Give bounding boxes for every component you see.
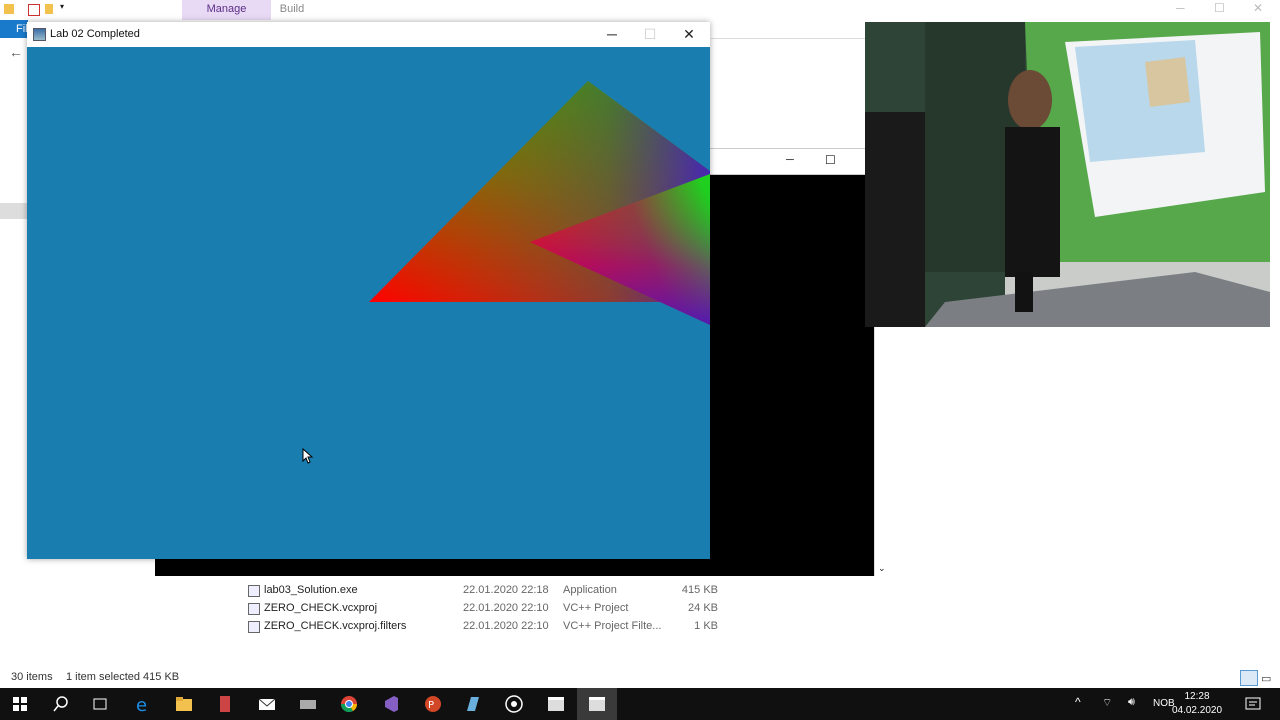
maximize-button[interactable]: ☐ bbox=[631, 22, 669, 47]
clock[interactable]: 12:28 04.02.2020 bbox=[1162, 688, 1232, 718]
presenter-video-frame bbox=[865, 22, 1270, 327]
tab-build[interactable]: Build bbox=[272, 0, 312, 20]
window-title: Lab 02 Completed bbox=[50, 28, 140, 40]
file-explorer-icon[interactable] bbox=[173, 693, 195, 715]
file-date: 22.01.2020 22:18 bbox=[463, 584, 549, 596]
obs-icon[interactable] bbox=[503, 693, 525, 715]
rendered-scene bbox=[369, 81, 710, 325]
edge-icon[interactable]: e bbox=[132, 693, 154, 715]
lab-window[interactable]: Lab 02 Completed ─ ☐ ✕ bbox=[27, 22, 710, 559]
file-date: 22.01.2020 22:10 bbox=[463, 620, 549, 632]
file-type: Application bbox=[563, 584, 617, 596]
minimize-button[interactable]: ─ bbox=[593, 22, 631, 47]
scroll-down-icon[interactable]: ⌄ bbox=[878, 563, 886, 574]
folder-icon bbox=[4, 4, 14, 14]
console-maximize-button[interactable]: ☐ bbox=[825, 153, 836, 167]
console-minimize-button[interactable]: ─ bbox=[786, 154, 794, 166]
chevron-up-icon[interactable]: ^ bbox=[1075, 695, 1081, 709]
list-item[interactable]: ZERO_CHECK.vcxproj.filters 22.01.2020 22… bbox=[248, 617, 748, 635]
list-item-partial[interactable] bbox=[248, 563, 748, 581]
search-icon[interactable] bbox=[50, 693, 72, 715]
file-size: 415 KB bbox=[681, 584, 718, 596]
powerpoint-icon[interactable]: P bbox=[421, 693, 443, 715]
filters-file-icon bbox=[248, 621, 260, 633]
svg-text:P: P bbox=[428, 700, 434, 711]
chrome-icon[interactable] bbox=[338, 693, 360, 715]
volume-icon[interactable]: 🔊︎ bbox=[1128, 696, 1135, 709]
close-button[interactable]: ✕ bbox=[670, 22, 708, 47]
file-size: 1 KB bbox=[694, 620, 718, 632]
mouse-cursor-icon bbox=[302, 448, 314, 464]
large-icons-view-icon[interactable]: ▭ bbox=[1261, 670, 1275, 685]
notepad-icon[interactable] bbox=[462, 693, 484, 715]
file-type: VC++ Project bbox=[563, 602, 629, 614]
status-item-count: 30 items bbox=[11, 671, 53, 683]
file-type: VC++ Project Filte... bbox=[563, 620, 662, 632]
details-view-icon[interactable] bbox=[1240, 670, 1258, 686]
taskbar: e P ^ ⌔ 🔊︎ NOB 12:28 04.02.2020 bbox=[0, 688, 1280, 720]
file-size: 24 KB bbox=[688, 602, 718, 614]
notification-icon[interactable] bbox=[1245, 696, 1261, 712]
explorer-maximize-button[interactable]: ☐ bbox=[1214, 1, 1225, 15]
list-item[interactable]: lab03_Solution.exe 22.01.2020 22:18 Appl… bbox=[248, 581, 748, 599]
tab-manage[interactable]: Manage bbox=[182, 0, 271, 20]
new-folder-icon[interactable] bbox=[45, 4, 53, 14]
list-item[interactable]: ZERO_CHECK.vcxproj 22.01.2020 22:10 VC++… bbox=[248, 599, 748, 617]
clock-date: 04.02.2020 bbox=[1171, 705, 1223, 716]
nav-pane-selected-item[interactable] bbox=[0, 203, 27, 219]
properties-icon[interactable] bbox=[28, 4, 40, 16]
render-canvas[interactable] bbox=[27, 47, 710, 559]
webcam-overlay bbox=[865, 22, 1270, 327]
status-selection: 1 item selected 415 KB bbox=[66, 671, 180, 683]
storage-icon[interactable] bbox=[297, 693, 319, 715]
file-date: 22.01.2020 22:10 bbox=[463, 602, 549, 614]
exe-file-icon bbox=[248, 585, 260, 597]
network-icon[interactable]: ⌔ bbox=[1102, 696, 1112, 710]
clock-time: 12:28 bbox=[1184, 691, 1210, 702]
file-name: ZERO_CHECK.vcxproj.filters bbox=[264, 620, 407, 632]
explorer-minimize-button[interactable]: ─ bbox=[1176, 1, 1185, 15]
file-name: ZERO_CHECK.vcxproj bbox=[264, 602, 378, 614]
window-title-bar[interactable]: Lab 02 Completed ─ ☐ ✕ bbox=[27, 22, 710, 47]
explorer-ribbon-area bbox=[711, 38, 865, 149]
file-list: lab03_Solution.exe 22.01.2020 22:18 Appl… bbox=[248, 563, 748, 635]
task-view-icon[interactable] bbox=[89, 693, 111, 715]
back-arrow-icon[interactable]: ← bbox=[9, 44, 23, 60]
app-window-icon[interactable] bbox=[545, 693, 567, 715]
windows-start-icon[interactable] bbox=[9, 693, 31, 715]
app-window-icon-active[interactable] bbox=[586, 693, 608, 715]
svg-text:e: e bbox=[136, 695, 147, 715]
vcxproj-file-icon bbox=[248, 603, 260, 615]
file-tab[interactable]: Fil bbox=[0, 20, 28, 38]
customize-qat-icon[interactable]: ▾ bbox=[60, 2, 64, 11]
tool-icon[interactable] bbox=[214, 693, 236, 715]
mail-icon[interactable] bbox=[256, 693, 278, 715]
explorer-status-bar: 30 items 1 item selected 415 KB ▭ bbox=[0, 668, 1280, 688]
visual-studio-icon[interactable] bbox=[380, 693, 402, 715]
file-name: lab03_Solution.exe bbox=[264, 584, 358, 596]
explorer-close-button[interactable]: ✕ bbox=[1253, 1, 1263, 15]
app-icon bbox=[33, 28, 46, 41]
